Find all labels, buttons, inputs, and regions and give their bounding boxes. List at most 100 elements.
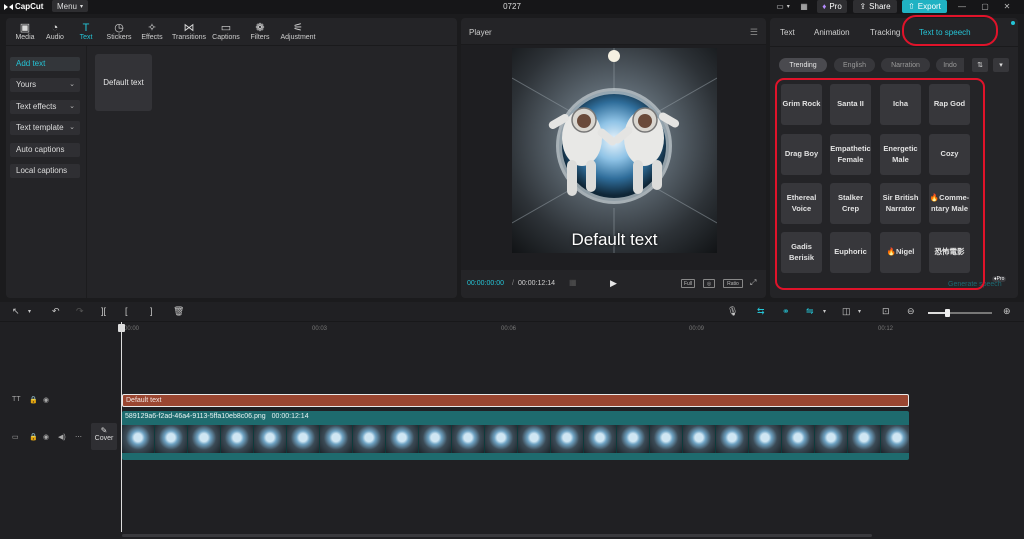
preview-axis-icon[interactable]: ◫	[842, 306, 851, 317]
cover-button[interactable]: ✎ Cover	[91, 423, 117, 450]
share-button[interactable]: ⇪ Share	[853, 0, 897, 13]
layout-button[interactable]: ▭ ▾	[770, 0, 796, 13]
voice-cozy[interactable]: Cozy	[929, 134, 970, 175]
fit-icon[interactable]: ◎	[703, 279, 715, 288]
chevron-down-icon[interactable]: ▾	[858, 308, 861, 315]
close-icon[interactable]: ✕	[1000, 0, 1014, 13]
tab-text-to-speech[interactable]: Text to speech	[919, 28, 971, 37]
clip-thumbnail	[683, 425, 716, 453]
zoom-slider[interactable]	[928, 309, 992, 317]
overlay-text[interactable]: Default text	[512, 230, 717, 250]
nav-auto-captions[interactable]: Auto captions	[10, 143, 80, 157]
split-left-icon[interactable]: [	[125, 306, 128, 316]
nav-yours[interactable]: Yours ⌄	[10, 78, 80, 92]
nav-local-captions[interactable]: Local captions	[10, 164, 80, 178]
zoom-slider-handle[interactable]	[945, 309, 950, 317]
menu-button[interactable]: Menu ▾	[52, 0, 88, 12]
voice-ethereal-voice[interactable]: Ethereal Voice	[781, 183, 822, 224]
tab-effects[interactable]: ✧ Effects	[135, 22, 169, 41]
tab-media[interactable]: ▣ Media	[8, 22, 42, 41]
voice-euphoric[interactable]: Euphoric	[830, 232, 871, 273]
magnet-icon[interactable]: ⚭	[782, 306, 790, 317]
tab-animation[interactable]: Animation	[814, 28, 850, 37]
voice-grim-rock[interactable]: Grim Rock	[781, 84, 822, 125]
tab-tracking[interactable]: Tracking	[870, 28, 900, 37]
chevron-down-icon[interactable]: ▾	[823, 308, 826, 315]
time-ruler[interactable]: 00:00 00:03 00:06 00:09 00:12	[122, 324, 1024, 334]
voice-stalker-crep[interactable]: Stalker Crep	[830, 183, 871, 224]
nav-text-effects[interactable]: Text effects ⌄	[10, 100, 80, 114]
ratio-button[interactable]: Ratio	[723, 279, 743, 288]
video-clip[interactable]: 589129a6-f2ad-46a4-9113-5ffa10eb8c06.png…	[122, 411, 909, 460]
filter-trending[interactable]: Trending	[779, 58, 827, 72]
clip-thumbnail	[188, 425, 221, 453]
filter-sort-icon[interactable]: ⇅	[972, 58, 988, 72]
clip-thumbnail	[782, 425, 815, 453]
filter-english[interactable]: English	[834, 58, 875, 72]
nav-add-text[interactable]: Add text	[10, 57, 80, 71]
split-right-icon[interactable]: ]	[150, 306, 153, 316]
filter-narration[interactable]: Narration	[881, 58, 930, 72]
link-main-track-icon[interactable]: ⇆	[757, 306, 765, 317]
maximize-icon[interactable]: ▢	[978, 0, 992, 13]
nav-text-template[interactable]: Text template ⌄	[10, 121, 80, 135]
eye-icon[interactable]: ◉	[43, 396, 49, 404]
voice-horror-movie[interactable]: 恐怖電影	[929, 232, 970, 273]
full-button[interactable]: Full	[681, 279, 695, 288]
redo-icon[interactable]: ↷	[76, 306, 84, 317]
voice-sir-british-narrator[interactable]: Sir British Narrator	[880, 183, 921, 224]
filter-indo[interactable]: Indo	[936, 58, 964, 72]
tab-text-props[interactable]: Text	[780, 28, 795, 37]
microphone-icon[interactable]: 🎙	[727, 306, 738, 317]
timeline-scrollbar[interactable]	[122, 534, 872, 537]
expand-icon[interactable]: ⤢	[750, 278, 756, 288]
undo-icon[interactable]: ↶	[52, 306, 60, 317]
tab-label: Captions	[212, 34, 240, 41]
chevron-down-icon: ⌄	[69, 81, 75, 88]
menu-lines-icon[interactable]: ☰	[750, 27, 758, 38]
volume-icon[interactable]: ◀)	[58, 433, 66, 441]
select-cursor-icon[interactable]: ↖	[12, 306, 20, 317]
playhead[interactable]	[121, 322, 122, 532]
chevron-down-icon[interactable]: ▾	[993, 58, 1009, 72]
split-icon[interactable]: ][	[101, 306, 106, 316]
voice-santa-ii[interactable]: Santa II	[830, 84, 871, 125]
voice-nigel[interactable]: 🔥Nigel	[880, 232, 921, 273]
tab-audio[interactable]: ◔ Audio	[38, 22, 72, 41]
play-icon[interactable]: ▶	[610, 278, 617, 289]
video-preview[interactable]: Default text	[512, 48, 717, 253]
voice-energetic-male[interactable]: Energetic Male	[880, 134, 921, 175]
eye-icon[interactable]: ◉	[43, 433, 49, 441]
tab-text[interactable]: T Text	[69, 22, 103, 41]
voice-gadis-berisik[interactable]: Gadis Berisik	[781, 232, 822, 273]
tab-transitions[interactable]: ⋈ Transitions	[172, 22, 206, 41]
voice-drag-boy[interactable]: Drag Boy	[781, 134, 822, 175]
minimize-icon[interactable]: —	[955, 0, 969, 13]
export-button[interactable]: ⇧ Export	[902, 0, 947, 13]
tab-filters[interactable]: ❁ Filters	[243, 22, 277, 41]
more-icon[interactable]: ⋯	[75, 433, 82, 441]
zoom-fit-icon[interactable]: ⊡	[882, 306, 890, 317]
linkage-icon[interactable]: ⇋	[806, 306, 814, 317]
tab-captions[interactable]: ▭ Captions	[209, 22, 243, 41]
voice-icha[interactable]: Icha	[880, 84, 921, 125]
text-clip[interactable]: Default text	[122, 394, 909, 407]
voice-rap-god[interactable]: Rap God	[929, 84, 970, 125]
zoom-in-icon[interactable]: ⊕	[1003, 306, 1011, 317]
generate-speech-button[interactable]: Generate speech	[948, 281, 1002, 288]
tab-adjustment[interactable]: ⚟ Adjustment	[278, 22, 318, 41]
voice-empathetic-female[interactable]: Empathetic Female	[830, 134, 871, 175]
lock-icon[interactable]: 🔒	[29, 433, 38, 441]
grid-icon[interactable]: ▦	[569, 278, 577, 287]
delete-icon[interactable]: 🗑	[173, 306, 184, 317]
playhead-handle[interactable]	[118, 324, 125, 332]
pro-button[interactable]: ♦ Pro	[817, 0, 847, 13]
shortcuts-button[interactable]: ▦	[797, 0, 811, 13]
astronauts-frame-image	[512, 48, 717, 253]
chevron-down-icon[interactable]: ▾	[28, 308, 31, 315]
lock-icon[interactable]: 🔒	[29, 396, 38, 404]
voice-commentary-male[interactable]: 🔥Comme-ntary Male	[929, 183, 970, 224]
zoom-out-icon[interactable]: ⊖	[907, 306, 915, 317]
default-text-card[interactable]: Default text	[95, 54, 152, 111]
tab-stickers[interactable]: ◷ Stickers	[102, 22, 136, 41]
